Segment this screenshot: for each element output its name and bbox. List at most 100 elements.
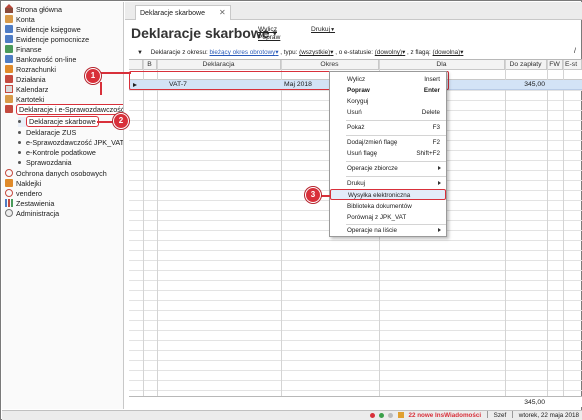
privacy-icon	[5, 169, 13, 177]
nav-item-administracja[interactable]: Administracja	[5, 209, 59, 219]
nav-label: Ewidencje pomocnicze	[16, 35, 90, 44]
nav-label: Naklejki	[16, 179, 42, 188]
flag-dropdown-icon[interactable]: ▾	[460, 49, 463, 56]
sub-item-sprawozdania[interactable]: Sprawozdania	[18, 158, 72, 168]
menu-item-usun-flage[interactable]: Usuń flagę Shift+F2	[330, 148, 446, 159]
estatus-dropdown-icon[interactable]: ▾	[402, 49, 405, 56]
app-window: Strona główna Konta Ewidencje księgowe E…	[0, 0, 582, 420]
column-header-e-status[interactable]: E-st	[563, 60, 582, 70]
page-title-text: Deklaracje skarbowe	[131, 25, 270, 41]
menu-shortcut: Shift+F2	[416, 150, 440, 157]
tab-bar: Deklaracje skarbowe ✕	[125, 2, 582, 20]
type-dropdown-icon[interactable]: ▾	[330, 49, 333, 56]
nav-item-finanse[interactable]: Finanse	[5, 45, 42, 55]
sub-item-deklaracje-skarbowe[interactable]: Deklaracje skarbowe	[18, 116, 99, 127]
menu-item-popraw[interactable]: Popraw Enter	[330, 85, 446, 96]
actions-icon	[5, 75, 13, 83]
nav-label: Administracja	[16, 209, 60, 218]
callout-badge-2: 2	[113, 113, 129, 129]
type-filter-link[interactable]: (wszystkie)	[299, 49, 330, 56]
column-header-deklaracja[interactable]: Deklaracja	[157, 60, 281, 70]
menu-item-koryguj[interactable]: Koryguj	[330, 96, 446, 107]
nav-item-ewidencje-ksiegowe[interactable]: Ewidencje księgowe	[5, 25, 81, 35]
column-header-fw[interactable]: FW	[547, 60, 563, 70]
status-user: Szef	[493, 412, 507, 419]
nav-item-dzialania[interactable]: Działania	[5, 75, 46, 85]
nav-item-ewidencje-pomocnicze[interactable]: Ewidencje pomocnicze	[5, 35, 89, 45]
menu-shortcut: Insert	[424, 76, 440, 83]
menu-item-operacje-zbiorcze[interactable]: Operacje zbiorcze	[330, 163, 446, 174]
nav-item-kalendarz[interactable]: Kalendarz	[5, 85, 48, 95]
bullet-icon	[18, 151, 21, 154]
period-dropdown-icon[interactable]: ▾	[275, 49, 278, 56]
column-divider	[281, 60, 282, 396]
status-dot-icon	[370, 412, 376, 418]
vendero-icon	[5, 189, 13, 197]
menu-label: Wysyłka elektroniczna	[348, 192, 411, 199]
nav-item-konta[interactable]: Konta	[5, 15, 35, 25]
flag-filter-link[interactable]: (dowolna)	[433, 49, 461, 56]
declarations-icon	[5, 105, 13, 113]
ledger-icon	[5, 25, 13, 33]
tab-deklaracje-skarbowe[interactable]: Deklaracje skarbowe ✕	[135, 5, 231, 20]
menu-label: Biblioteka dokumentów	[347, 203, 412, 210]
nav-item-rozrachunki[interactable]: Rozrachunki	[5, 65, 56, 75]
nav-item-deklaracje[interactable]: Deklaracje i e-Sprawozdawczość	[5, 104, 123, 115]
menu-label: Porównaj z JPK_VAT	[347, 214, 407, 221]
calculate-button[interactable]: Wylicz	[258, 26, 277, 34]
nav-item-bankowosc[interactable]: Bankowość on-line	[5, 55, 76, 65]
correct-button[interactable]: Popraw	[258, 34, 280, 42]
menu-item-drukuj[interactable]: Drukuj	[330, 178, 446, 189]
column-header-indicator	[129, 60, 143, 70]
menu-label: Drukuj	[347, 180, 366, 187]
news-link[interactable]: 22 nowe InsWiadomości	[408, 412, 481, 419]
menu-item-dodaj-flage[interactable]: Dodaj/zmień flagę F2	[330, 137, 446, 148]
nav-label: Deklaracje i e-Sprawozdawczość	[16, 104, 123, 115]
menu-item-usun[interactable]: Usuń Delete	[330, 107, 446, 118]
estatus-filter-link[interactable]: (dowolny)	[375, 49, 402, 56]
tab-label: Deklaracje skarbowe	[140, 10, 205, 17]
sort-icon[interactable]: ▼	[137, 50, 143, 56]
nav-item-strona-glowna[interactable]: Strona główna	[5, 4, 62, 15]
finance-icon	[5, 45, 13, 53]
status-divider	[512, 411, 514, 418]
callout-1-connector	[100, 82, 102, 95]
nav-item-naklejki[interactable]: Naklejki	[5, 179, 41, 189]
sub-item-jpk-vat[interactable]: e-Sprawozdawczość JPK_VAT	[18, 138, 123, 148]
menu-label: Operacje zbiorcze	[347, 165, 398, 172]
home-icon	[5, 4, 13, 13]
callout-1-connector	[101, 72, 131, 74]
sub-item-e-kontrole[interactable]: e-Kontrole podatkowe	[18, 148, 96, 158]
menu-separator	[346, 135, 446, 136]
nav-item-vendero[interactable]: vendero	[5, 189, 42, 199]
menu-item-biblioteka-dokumentow[interactable]: Biblioteka dokumentów	[330, 201, 446, 212]
messages-icon[interactable]	[397, 411, 404, 418]
filter-bar: ▼ Deklaracje z okresu: bieżący okres obr…	[137, 49, 463, 56]
bullet-icon	[18, 131, 21, 134]
nav-item-zestawienia[interactable]: Zestawienia	[5, 199, 54, 209]
menu-item-wysylka-elektroniczna[interactable]: Wysyłka elektroniczna	[330, 189, 446, 200]
close-tab-icon[interactable]: ✕	[219, 8, 226, 17]
cards-icon	[5, 95, 13, 103]
menu-item-operacje-na-liscie[interactable]: Operacje na liście	[330, 225, 446, 236]
reports-icon	[5, 199, 13, 207]
column-header-do-zaplaty[interactable]: Do zapłaty	[505, 60, 547, 70]
cell-do-zaplaty[interactable]: 345,00	[505, 80, 545, 90]
period-filter-link[interactable]: bieżący okres obrotowy	[210, 49, 276, 56]
column-header-b[interactable]: B	[143, 60, 157, 70]
sub-item-deklaracje-zus[interactable]: Deklaracje ZUS	[18, 128, 76, 138]
menu-item-pokaz[interactable]: Pokaż F3	[330, 122, 446, 133]
menu-label: Koryguj	[347, 98, 369, 105]
admin-icon	[5, 209, 13, 217]
estatus-label: , o e-statusie:	[335, 49, 374, 56]
column-header-dla[interactable]: Dla	[379, 60, 505, 70]
menu-label: Pokaż	[347, 124, 365, 131]
menu-label: Usuń flagę	[347, 150, 378, 157]
menu-item-wylicz[interactable]: Wylicz Insert	[330, 74, 446, 85]
nav-label: Bankowość on-line	[16, 55, 77, 64]
nav-item-ochrona-danych[interactable]: Ochrona danych osobowych	[5, 169, 107, 179]
column-header-okres[interactable]: Okres	[281, 60, 379, 70]
print-button[interactable]: Drukuj▼	[311, 26, 335, 34]
nav-label: Ochrona danych osobowych	[16, 169, 107, 178]
menu-item-porownaj-jpk[interactable]: Porównaj z JPK_VAT	[330, 212, 446, 223]
